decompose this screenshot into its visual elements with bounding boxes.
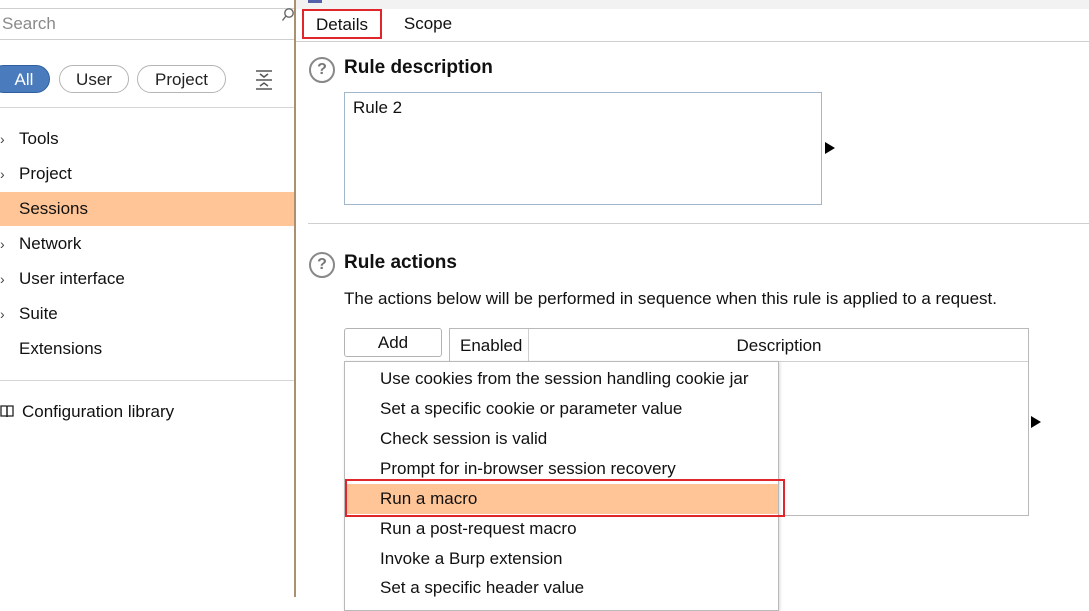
menu-item[interactable]: Check session is valid: [345, 424, 778, 454]
filter-user-button[interactable]: User: [59, 65, 129, 93]
menu-item[interactable]: Use cookies from the session handling co…: [345, 364, 778, 394]
menu-item[interactable]: Invoke a Burp extension: [345, 544, 778, 574]
nav-item-project[interactable]: › Project: [0, 157, 294, 191]
help-icon[interactable]: ?: [309, 57, 335, 83]
section-divider: [308, 223, 1089, 224]
nav-item-label: Suite: [19, 304, 58, 323]
nav-item-suite[interactable]: › Suite: [0, 297, 294, 331]
nav-item-label: Extensions: [19, 339, 103, 358]
nav-item-label: Project: [19, 164, 72, 183]
window-top-strip: [296, 0, 1089, 9]
nav-item-extensions[interactable]: Extensions: [0, 332, 294, 366]
left-panel: All User Project › Tools › Project Sessi…: [0, 0, 294, 597]
column-header-description[interactable]: Description: [530, 329, 1028, 361]
nav-item-label: Sessions: [19, 199, 88, 218]
tab-scope[interactable]: Scope: [392, 9, 464, 39]
search-icon[interactable]: [282, 7, 294, 23]
configuration-library-link[interactable]: Configuration library: [22, 395, 174, 429]
book-icon: [0, 405, 14, 418]
add-action-button[interactable]: Add: [344, 328, 442, 357]
chevron-right-icon: ›: [0, 131, 5, 147]
divider: [0, 380, 294, 381]
menu-item[interactable]: Set a specific cookie or parameter value: [345, 394, 778, 424]
search-input[interactable]: [2, 13, 272, 35]
nav-item-user-interface[interactable]: › User interface: [0, 262, 294, 296]
expand-arrow-icon[interactable]: [1031, 416, 1041, 428]
nav-item-label: Network: [19, 234, 82, 253]
panel-splitter[interactable]: [294, 0, 296, 597]
search-bar: [0, 8, 294, 40]
menu-item[interactable]: Set a specific header value: [345, 573, 778, 603]
rule-actions-description: The actions below will be performed in s…: [344, 289, 997, 308]
nav-item-sessions[interactable]: Sessions: [0, 192, 294, 226]
rule-actions-title: Rule actions: [344, 252, 457, 273]
rule-description-textarea[interactable]: Rule 2: [344, 92, 822, 205]
nav-item-label: User interface: [19, 269, 125, 288]
menu-item[interactable]: Run a post-request macro: [345, 514, 778, 544]
chevron-right-icon: ›: [0, 271, 5, 287]
window-top-mark: [308, 0, 322, 3]
nav-item-tools[interactable]: › Tools: [0, 122, 294, 156]
expand-arrow-icon[interactable]: [825, 142, 835, 154]
chevron-right-icon: ›: [0, 236, 5, 252]
filter-project-button[interactable]: Project: [137, 65, 226, 93]
rule-description-title: Rule description: [344, 57, 493, 78]
chevron-right-icon: ›: [0, 166, 5, 182]
nav-item-label: Tools: [19, 129, 59, 148]
tab-bar-divider: [296, 41, 1089, 42]
expand-collapse-icon[interactable]: [254, 70, 274, 90]
divider: [0, 107, 294, 108]
filter-all-button[interactable]: All: [0, 65, 50, 93]
annotation-highlight-box: [345, 479, 785, 517]
chevron-right-icon: ›: [0, 306, 5, 322]
tab-details[interactable]: Details: [302, 9, 382, 39]
help-icon[interactable]: ?: [309, 252, 335, 278]
column-header-enabled[interactable]: Enabled: [450, 329, 529, 361]
nav-item-network[interactable]: › Network: [0, 227, 294, 261]
